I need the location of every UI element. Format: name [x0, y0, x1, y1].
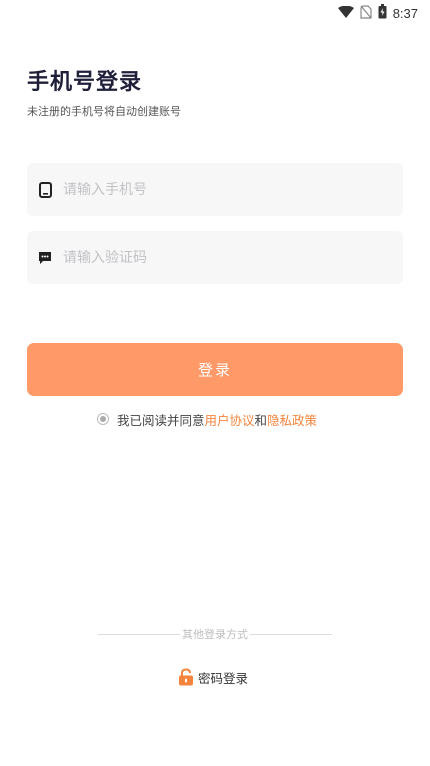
agreement-and: 和 [254, 412, 268, 428]
status-bar: 8:37 [0, 0, 430, 26]
password-login-button[interactable]: 密码登录 [178, 667, 248, 687]
phone-field[interactable] [27, 163, 403, 216]
battery-icon [378, 4, 387, 23]
status-icons: 8:37 [337, 4, 418, 23]
message-icon [37, 250, 53, 266]
lock-icon [178, 668, 194, 686]
phone-input[interactable] [63, 181, 363, 198]
user-agreement-link[interactable]: 用户协议 [205, 410, 255, 429]
code-field[interactable] [27, 231, 403, 284]
divider-line-left [98, 633, 180, 635]
agreement-row: 我已阅读并同意 用户协议 和 隐私政策 [97, 410, 317, 428]
agreement-radio[interactable] [97, 413, 109, 425]
agreement-prefix: 我已阅读并同意 [117, 412, 205, 428]
wifi-icon [337, 4, 354, 23]
no-sim-icon [360, 4, 372, 23]
other-login-divider: 其他登录方式 [98, 626, 332, 642]
phone-icon [37, 181, 53, 198]
radio-dot [100, 416, 106, 422]
divider-line-right [250, 633, 332, 635]
other-login-label: 其他登录方式 [182, 628, 248, 641]
login-button[interactable]: 登录 [27, 343, 403, 396]
status-time: 8:37 [392, 6, 418, 21]
password-login-label: 密码登录 [198, 670, 249, 686]
page-title: 手机号登录 [27, 70, 143, 95]
code-input[interactable] [63, 249, 363, 266]
privacy-policy-link[interactable]: 隐私政策 [267, 410, 317, 429]
page-subtitle: 未注册的手机号将自动创建账号 [27, 105, 181, 118]
